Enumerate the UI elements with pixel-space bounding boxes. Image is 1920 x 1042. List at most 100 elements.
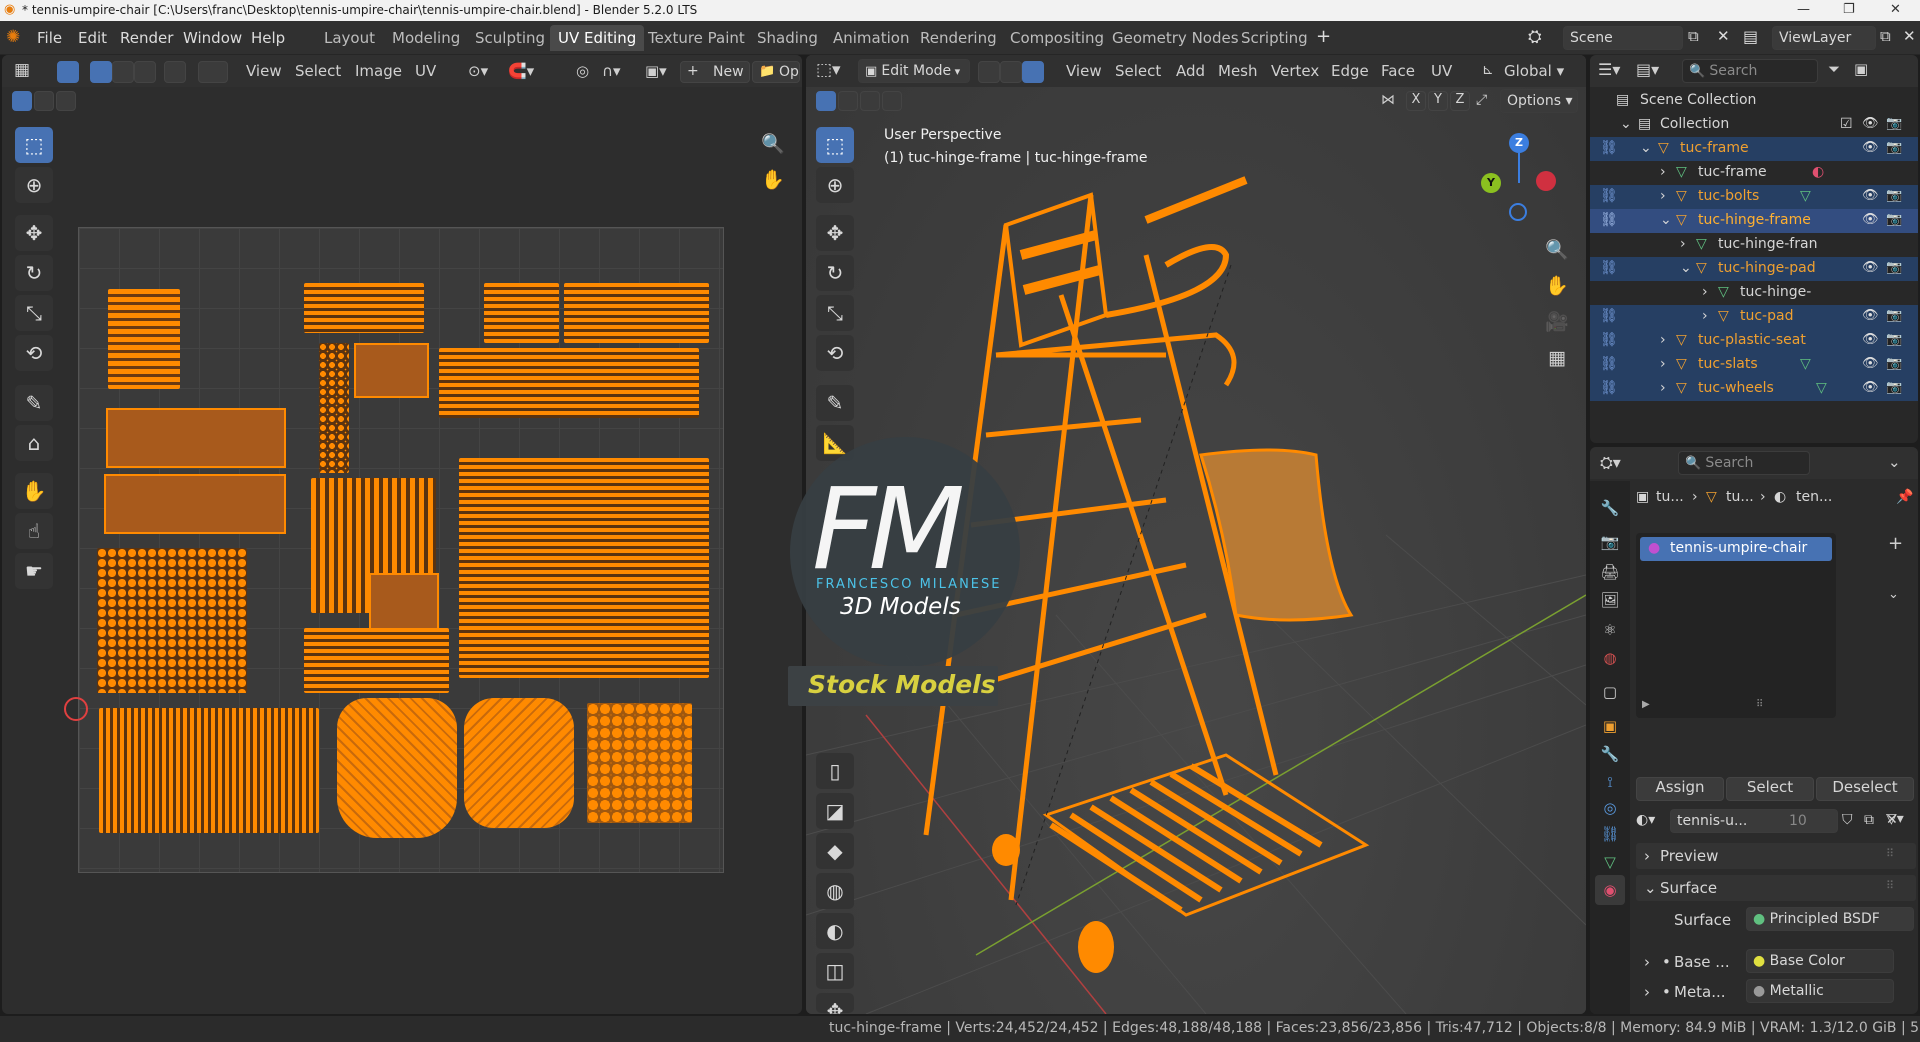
sticky-select-icon[interactable]	[198, 61, 228, 83]
uv-menu-image[interactable]: Image	[355, 62, 402, 80]
vp-shrink-tool-icon[interactable]: ◐	[816, 913, 854, 949]
viewport-select-mode-buttons[interactable]	[816, 91, 906, 113]
uv-menu-select[interactable]: Select	[295, 62, 341, 80]
new-scene-icon[interactable]: ⧉	[1688, 27, 1699, 45]
scene-collection-row[interactable]: ▤ Scene Collection	[1590, 89, 1918, 113]
annotate-tool-icon[interactable]: ✎	[15, 385, 53, 421]
mirror-z-toggle[interactable]: Z	[1450, 91, 1470, 111]
mode-selector[interactable]: ▣ Edit Mode ▾	[858, 59, 970, 83]
blender-menu-icon[interactable]: ✺	[6, 27, 20, 47]
vp-move-tool-icon[interactable]: ✥	[816, 215, 854, 251]
tool-tab-icon[interactable]: 🔧	[1595, 493, 1625, 523]
menu-edit[interactable]: Edit	[78, 29, 107, 47]
properties-panel[interactable]: ⛭▾ 🔍 Search ⌄ 🔧 📷 🖨 🖼 ⚛ ◍ ▢ ▣ 🔧 ⟟ ◎ ⛓ ▽ …	[1590, 447, 1918, 1014]
view-layer-tab-icon[interactable]: 🖼	[1595, 585, 1625, 615]
data-tab-icon[interactable]: ▽	[1595, 847, 1625, 877]
rip-tool-icon[interactable]: ⌂	[15, 425, 53, 461]
pivot-icon[interactable]: ⊙▾	[468, 62, 488, 80]
open-image-button[interactable]: 📁 Op	[752, 61, 800, 83]
scene-tab-icon[interactable]: ⚛	[1595, 615, 1625, 645]
modifier-tab-icon[interactable]: 🔧	[1595, 739, 1625, 769]
vp-annotate-tool-icon[interactable]: ✎	[816, 385, 854, 421]
transform-tool-icon[interactable]: ⟲	[15, 335, 53, 371]
falloff-icon[interactable]: ∩▾	[602, 62, 621, 80]
orientation-icon[interactable]: ⊾	[1482, 62, 1494, 78]
outliner-panel[interactable]: ☰▾ ▤▾ 🔍 Search ⏷ ▣ ▤ Scene Collection ⌄ ▤ C…	[1590, 55, 1918, 443]
tab-rendering[interactable]: Rendering	[912, 25, 1005, 51]
assign-button[interactable]: Assign	[1636, 777, 1724, 801]
world-tab-icon[interactable]: ◍	[1595, 643, 1625, 673]
tab-scripting[interactable]: Scripting	[1233, 25, 1316, 51]
surface-shader-field[interactable]: ● Principled BSDF	[1746, 907, 1914, 931]
face-select-icon[interactable]	[134, 61, 156, 83]
vertex-mode-icon[interactable]	[978, 61, 1000, 83]
edge-select-icon[interactable]	[112, 61, 134, 83]
tab-texture-paint[interactable]: Texture Paint	[640, 25, 753, 51]
material-tab-icon[interactable]: ◉	[1595, 875, 1625, 905]
properties-editor-icon[interactable]: ⛭▾	[1600, 453, 1621, 473]
uv-sync-icon[interactable]	[57, 61, 79, 83]
vp-cursor-tool-icon[interactable]: ⊕	[816, 167, 854, 203]
tab-layout[interactable]: Layout	[316, 25, 383, 51]
list-resize-handle[interactable]: ⠿	[1756, 699, 1763, 710]
selection-mode-buttons[interactable]	[12, 91, 82, 111]
collection-tab-icon[interactable]: ▢	[1595, 677, 1625, 707]
tab-shading[interactable]: Shading	[749, 25, 826, 51]
uv-editor-panel[interactable]: ▦ View Select Image UV ⊙▾ 🧲▾ ◎ ∩▾ ▣▾ + N…	[2, 55, 802, 1014]
outliner-row-tuc-hinge-mesh[interactable]: › ▽ tuc-hinge-	[1590, 281, 1918, 305]
uv-menu-view[interactable]: View	[246, 62, 282, 80]
navigation-gizmo[interactable]: Z Y	[1476, 133, 1556, 223]
properties-options-icon[interactable]: ⌄	[1888, 453, 1901, 471]
add-slot-icon[interactable]: +	[1888, 533, 1903, 554]
surface-section[interactable]: ⌄ Surface ⠿	[1636, 875, 1916, 901]
deselect-button[interactable]: Deselect	[1816, 777, 1914, 801]
outliner-row-tuc-pad[interactable]: ⛓ › ▽ tuc-pad 👁 📷	[1590, 305, 1918, 329]
display-mode-icon[interactable]: ▤▾	[1636, 60, 1659, 79]
metallic-field[interactable]: ● Metallic	[1746, 979, 1894, 1003]
orientation-selector[interactable]: Global ▾	[1504, 62, 1564, 80]
gizmo-z-axis[interactable]: Z	[1509, 133, 1529, 153]
material-slot-list[interactable]: ● tennis-umpire-chair ▶ ⠿	[1636, 533, 1836, 718]
viewlayer-icon[interactable]: ▤	[1743, 27, 1758, 46]
slot-specials-icon[interactable]: ⌄	[1888, 587, 1899, 602]
viewport-menu-edge[interactable]: Edge	[1331, 62, 1369, 80]
tab-compositing[interactable]: Compositing	[1002, 25, 1112, 51]
material-slot-item[interactable]: ● tennis-umpire-chair	[1640, 537, 1832, 561]
viewport-menu-add[interactable]: Add	[1176, 62, 1205, 80]
render-tab-icon[interactable]: 📷	[1595, 527, 1625, 557]
proportional-icon[interactable]: ◎	[576, 62, 589, 80]
face-mode-icon[interactable]	[1022, 61, 1044, 83]
vp-rip-tool-icon[interactable]: ✥	[816, 993, 854, 1014]
pin-icon[interactable]: 📌	[1896, 489, 1913, 505]
gizmo-neg-z[interactable]	[1509, 203, 1527, 221]
base-color-field[interactable]: ● Base Color	[1746, 949, 1894, 973]
uv-grid-canvas[interactable]	[78, 227, 724, 873]
auto-merge-icon[interactable]: ⤢	[1476, 92, 1487, 108]
viewport-menu-select[interactable]: Select	[1115, 62, 1161, 80]
scene-field[interactable]: Scene	[1563, 26, 1683, 50]
tab-sculpting[interactable]: Sculpting	[467, 25, 553, 51]
outliner-row-tuc-hinge-frame-mesh[interactable]: › ▽ tuc-hinge-fran	[1590, 233, 1918, 257]
fake-user-icon[interactable]: ⛉	[1842, 812, 1853, 828]
vp-zoom-icon[interactable]: 🔍	[1542, 235, 1572, 265]
list-expand-icon[interactable]: ▶	[1642, 699, 1650, 710]
vp-transform-tool-icon[interactable]: ⟲	[816, 335, 854, 371]
options-dropdown[interactable]: Options ▾	[1500, 89, 1578, 113]
zoom-icon[interactable]: 🔍	[758, 129, 788, 159]
outliner-row-tuc-frame[interactable]: ⛓ ⌄ ▽ tuc-frame 👁 📷	[1590, 137, 1918, 161]
image-browse-icon[interactable]: ▣▾	[645, 62, 667, 80]
menu-window[interactable]: Window	[183, 29, 242, 47]
close-button[interactable]: ✕	[1890, 2, 1901, 17]
camera-view-icon[interactable]: 🎥	[1542, 307, 1572, 337]
tab-modeling[interactable]: Modeling	[384, 25, 468, 51]
gizmo-y-axis[interactable]: Y	[1481, 173, 1501, 193]
vp-shear-tool-icon[interactable]: ◫	[816, 953, 854, 989]
viewport-editor-type-icon[interactable]: ⬚▾	[816, 60, 841, 80]
outliner-filter-icon[interactable]: ⏷	[1828, 60, 1840, 78]
vp-rotate-tool-icon[interactable]: ↻	[816, 255, 854, 291]
outliner-row-tuc-hinge-frame[interactable]: ⛓ ⌄ ▽ tuc-hinge-frame 👁 📷	[1590, 209, 1918, 233]
tab-animation[interactable]: Animation	[825, 25, 917, 51]
tab-uv-editing[interactable]: UV Editing	[550, 25, 645, 51]
rotate-tool-icon[interactable]: ↻	[15, 255, 53, 291]
snap-icon[interactable]: 🧲▾	[508, 62, 534, 80]
